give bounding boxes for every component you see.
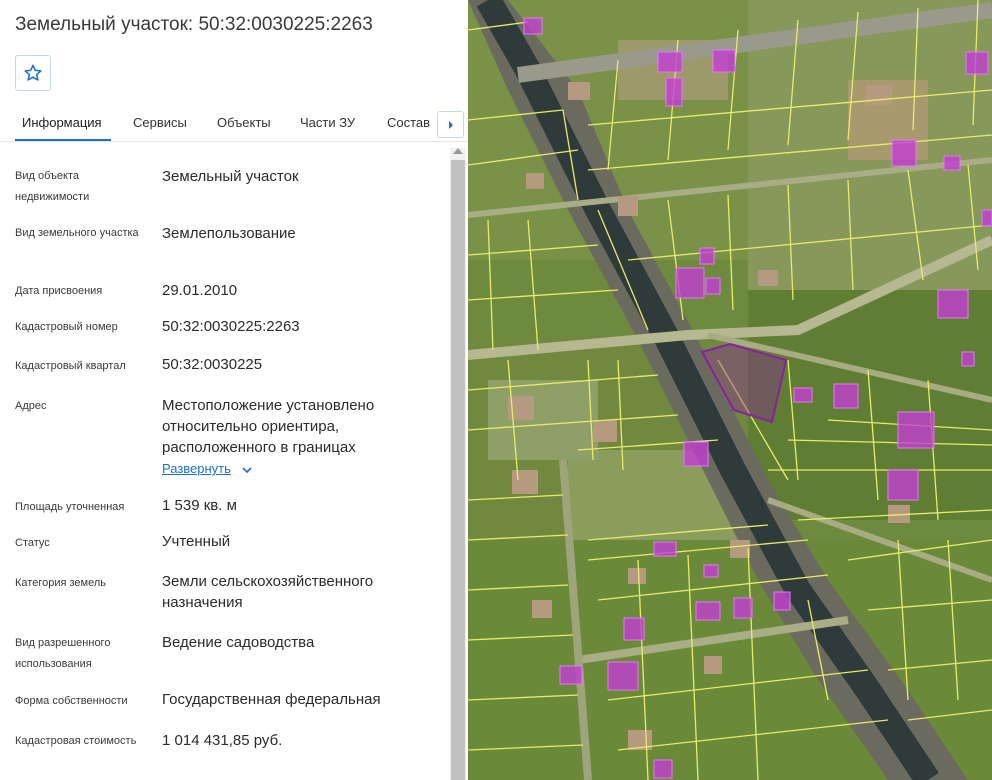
field-label-permitted-use: Вид разрешенного использования — [15, 637, 111, 670]
field-value-status: Учтенный — [162, 533, 231, 550]
tabs-divider — [0, 141, 468, 142]
info-panel: Земельный участок: 50:32:0030225:2263 Ин… — [0, 0, 468, 780]
field-value-land-category: Земли сельскохозяйственного назначения — [162, 573, 374, 611]
tab-composition[interactable]: Состав — [387, 115, 430, 130]
page-title: Земельный участок: 50:32:0030225:2263 — [15, 14, 373, 35]
expand-address-link[interactable]: Развернуть — [162, 461, 231, 476]
field-value-cadastral-quarter: 50:32:0030225 — [162, 356, 263, 373]
field-value-cadastral-value: 1 014 431,85 руб. — [162, 732, 283, 749]
field-label-object-type: Вид объекта недвижимости — [15, 170, 90, 203]
field-label-cadastral-quarter: Кадастровый квартал — [15, 360, 126, 372]
scroll-up-arrow-icon[interactable] — [453, 148, 463, 154]
tab-bar: Информация Сервисы Объекты Части ЗУ Сост… — [0, 100, 468, 142]
field-value-object-type: Земельный участок — [162, 168, 299, 185]
chevron-down-icon[interactable] — [241, 464, 253, 476]
field-value-cadastral-number: 50:32:0030225:2263 — [162, 318, 300, 335]
field-value-land-type: Землепользование — [162, 225, 296, 242]
tab-land-parts[interactable]: Части ЗУ — [300, 115, 355, 130]
field-label-land-category: Категория земель — [15, 577, 106, 589]
field-label-assign-date: Дата присвоения — [15, 285, 103, 297]
field-value-area: 1 539 кв. м — [162, 497, 237, 514]
tabs-scroll-right-button[interactable] — [437, 111, 464, 138]
cadastral-map[interactable] — [468, 0, 992, 780]
favorite-button[interactable] — [15, 55, 51, 91]
tab-information[interactable]: Информация — [22, 115, 102, 130]
map-canvas[interactable] — [468, 0, 992, 780]
tab-objects[interactable]: Объекты — [217, 115, 271, 130]
field-value-assign-date: 29.01.2010 — [162, 282, 238, 299]
field-label-ownership: Форма собственности — [15, 695, 128, 707]
field-label-land-type: Вид земельного участка — [15, 227, 139, 239]
field-value-permitted-use: Ведение садоводства — [162, 634, 315, 651]
star-icon — [24, 64, 42, 81]
field-value-address: Местоположение установлено относительно … — [162, 397, 375, 456]
scrollbar-thumb[interactable] — [451, 160, 465, 780]
caret-right-icon — [448, 120, 453, 129]
tab-services[interactable]: Сервисы — [133, 115, 187, 130]
field-label-cadastral-value: Кадастровая стоимость — [15, 735, 137, 747]
field-label-address: Адрес — [15, 400, 47, 412]
field-label-status: Статус — [15, 537, 50, 549]
field-label-cadastral-number: Кадастровый номер — [15, 321, 118, 333]
field-label-area: Площадь уточненная — [15, 501, 125, 513]
field-value-ownership: Государственная федеральная — [162, 691, 381, 708]
